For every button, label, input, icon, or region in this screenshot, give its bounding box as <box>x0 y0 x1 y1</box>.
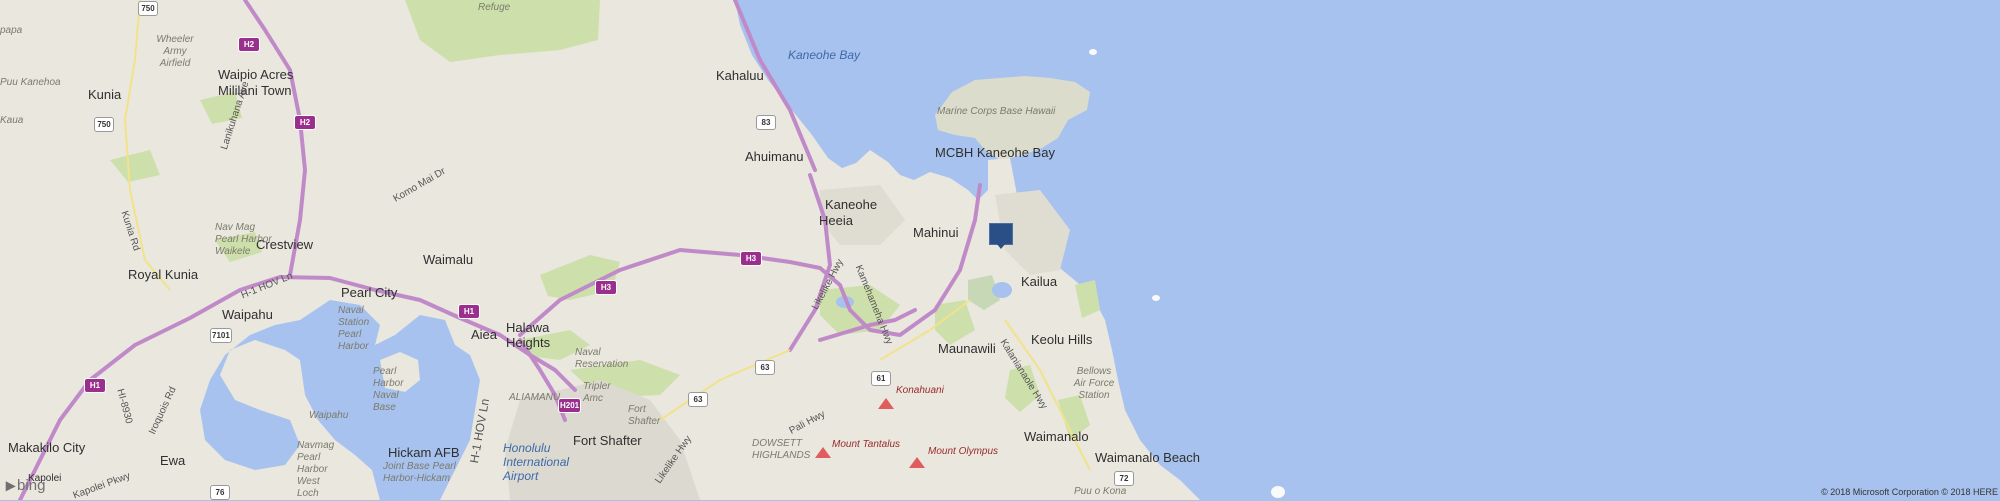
peak-mount-tantalus: Mount Tantalus <box>832 439 901 450</box>
area-nav-mag-pearl-harbor-waikele: Nav Mag Pearl Harbor Waikele <box>215 222 272 257</box>
place-mahinui: Mahinui <box>913 225 959 240</box>
route-h1-shield: H1 <box>84 378 106 393</box>
route-63-shield: 63 <box>688 392 708 407</box>
route-72-shield: 72 <box>1114 471 1134 486</box>
route-h2-shield: H2 <box>294 115 316 130</box>
place-ahuimanu: Ahuimanu <box>745 149 804 164</box>
route-750-shield: 750 <box>94 117 114 132</box>
bing-logo[interactable]: ▸ bing <box>6 475 45 496</box>
place-waipio-acres: Waipio Acres <box>218 67 294 82</box>
place-waipahu: Waipahu <box>222 307 273 322</box>
route-h1-shield: H1 <box>458 304 480 319</box>
place-halawa-heights: Halawa Heights <box>506 320 551 350</box>
area-puu-kanehoa: Puu Kanehoa <box>0 77 61 88</box>
route-76-shield: 76 <box>210 485 230 500</box>
place-kahaluu: Kahaluu <box>716 68 764 83</box>
route-63-shield: 63 <box>755 360 775 375</box>
peak-mount-olympus: Mount Olympus <box>928 446 999 457</box>
islet <box>1152 295 1160 301</box>
route-83-shield: 83 <box>756 115 776 130</box>
area-papa: papa <box>0 25 23 36</box>
place-keolu-hills: Keolu Hills <box>1031 332 1093 347</box>
area-naval-reservation: Naval Reservation <box>575 347 629 370</box>
kawainui-lake <box>992 282 1012 298</box>
islet <box>1271 486 1285 498</box>
peak-konahuani: Konahuani <box>896 385 944 396</box>
place-mcbh-kaneohe-bay: MCBH Kaneohe Bay <box>935 145 1055 160</box>
location-marker-pin[interactable] <box>989 223 1013 249</box>
route-61-shield: 61 <box>871 371 891 386</box>
islet <box>1089 49 1097 55</box>
area-pearl-harbor-naval-base: Pearl Harbor Naval Base <box>373 366 404 413</box>
place-aiea: Aiea <box>471 327 498 342</box>
peak-icon <box>878 398 894 409</box>
place-waimanalo-beach: Waimanalo Beach <box>1095 450 1201 465</box>
area-waipahu: Waipahu <box>309 410 349 421</box>
place-hickam-afb: Hickam AFB <box>388 445 460 460</box>
route-h3-shield: H3 <box>740 251 762 266</box>
area-aliamanu: ALIAMANU <box>509 392 561 403</box>
route-h201-shield: H201 <box>558 398 582 413</box>
area-refuge: Refuge <box>478 2 511 13</box>
route-7101-shield: 7101 <box>210 328 232 343</box>
place-royal-kunia: Royal Kunia <box>128 267 199 282</box>
route-750-shield: 750 <box>138 1 158 16</box>
peak-icon <box>815 447 831 458</box>
area-wheeler-army-airfield: Wheeler Army Airfield <box>156 34 194 69</box>
place-mililani-town: Mililani Town <box>218 83 292 98</box>
peak-icon <box>909 457 925 468</box>
area-puu-o-kona: Puu o Kona <box>1074 486 1127 497</box>
place-kunia: Kunia <box>88 87 122 102</box>
water-kaneohe-bay: Kaneohe Bay <box>788 48 861 62</box>
place-waimalu: Waimalu <box>423 252 474 267</box>
bing-b-icon: ▸ <box>6 475 16 495</box>
place-ewa: Ewa <box>160 453 186 468</box>
area-navmag-pearl-harbor-west-loch: Navmag Pearl Harbor West Loch <box>297 440 335 499</box>
area-tripler-amc: Tripler Amc <box>583 381 611 404</box>
area-fort-shafter: Fort Shafter <box>628 404 661 427</box>
place-maunawili: Maunawili <box>938 341 996 356</box>
route-h2-shield: H2 <box>238 37 260 52</box>
area-marine-corps-base-hawaii: Marine Corps Base Hawaii <box>937 106 1056 117</box>
area-naval-station-pearl-harbor: Naval Station Pearl Harbor <box>338 305 370 352</box>
place-heeia: Heeia <box>819 213 853 228</box>
area-dowsett-highlands: DOWSETT HIGHLANDS <box>752 438 811 461</box>
area-bellows-air-force-station: Bellows Air Force Station <box>1073 366 1115 401</box>
area-kaua: Kaua <box>0 115 24 126</box>
place-waimanalo: Waimanalo <box>1024 429 1089 444</box>
place-pearl-city: Pearl City <box>341 285 398 300</box>
route-h3-shield: H3 <box>595 280 617 295</box>
place-makakilo-city: Makakilo City <box>8 440 86 455</box>
place-kaneohe: Kaneohe <box>825 197 878 212</box>
copyright-text: © 2018 Microsoft Corporation © 2018 HERE <box>1821 487 1998 497</box>
airport-honolulu-international: Honolulu International Airport <box>503 441 570 483</box>
place-kailua: Kailua <box>1021 274 1058 289</box>
bing-brand-label: bing <box>17 477 46 494</box>
area-joint-base-pearl-harbor-hickam: Joint Base Pearl Harbor-Hickam <box>383 461 456 484</box>
